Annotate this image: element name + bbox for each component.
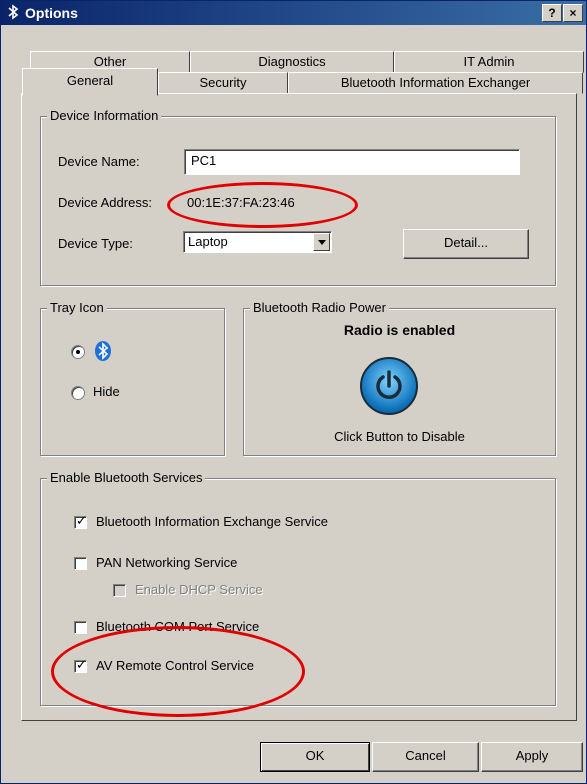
detail-button[interactable]: Detail... bbox=[403, 229, 529, 259]
com-port-service-checkbox[interactable] bbox=[74, 621, 87, 634]
close-button[interactable]: × bbox=[563, 4, 583, 22]
pan-networking-service-label: PAN Networking Service bbox=[96, 555, 238, 570]
radio-power-legend: Bluetooth Radio Power bbox=[250, 300, 389, 316]
pan-networking-service-checkbox[interactable] bbox=[74, 557, 87, 570]
radio-power-group: Bluetooth Radio Power Radio is enabled C… bbox=[243, 300, 556, 456]
tray-show-radio[interactable] bbox=[71, 345, 85, 359]
tray-icon-legend: Tray Icon bbox=[47, 300, 107, 316]
checkmark-icon: ✓ bbox=[76, 513, 87, 528]
device-information-legend: Device Information bbox=[47, 108, 162, 124]
info-exchange-service-label: Bluetooth Information Exchange Service bbox=[96, 514, 328, 529]
device-address-value: 00:1E:37:FA:23:46 bbox=[187, 195, 295, 210]
radio-power-button[interactable] bbox=[360, 357, 418, 415]
device-information-group: Device Information Device Name: PC1 Devi… bbox=[40, 108, 556, 286]
general-tab-panel: Device Information Device Name: PC1 Devi… bbox=[21, 93, 577, 721]
radio-selected-dot bbox=[76, 350, 80, 354]
chevron-down-icon[interactable] bbox=[313, 233, 330, 251]
device-type-label: Device Type: bbox=[58, 236, 133, 251]
window-title: Options bbox=[25, 5, 78, 21]
checkmark-icon: ✓ bbox=[76, 657, 87, 672]
av-remote-control-service-label: AV Remote Control Service bbox=[96, 658, 254, 673]
tray-hide-label: Hide bbox=[93, 384, 120, 399]
options-window: Options ? × Other Diagnostics IT Admin S… bbox=[0, 0, 587, 784]
cancel-button[interactable]: Cancel bbox=[372, 742, 479, 772]
tab-security[interactable]: Security bbox=[158, 72, 288, 94]
av-remote-control-service-checkbox[interactable]: ✓ bbox=[74, 657, 87, 673]
power-icon bbox=[376, 370, 402, 399]
info-exchange-service-checkbox[interactable]: ✓ bbox=[74, 513, 87, 529]
device-address-label: Device Address: bbox=[58, 195, 152, 210]
device-name-input[interactable]: PC1 bbox=[184, 149, 520, 175]
dhcp-service-checkbox bbox=[113, 584, 126, 597]
services-group: Enable Bluetooth Services ✓ Bluetooth In… bbox=[40, 470, 556, 706]
radio-status: Radio is enabled bbox=[343, 322, 456, 338]
tab-general[interactable]: General bbox=[22, 68, 158, 96]
device-name-label: Device Name: bbox=[58, 154, 140, 169]
services-legend: Enable Bluetooth Services bbox=[47, 470, 206, 486]
bluetooth-icon bbox=[7, 4, 21, 22]
tab-diagnostics[interactable]: Diagnostics bbox=[190, 51, 394, 73]
com-port-service-label: Bluetooth COM Port Service bbox=[96, 619, 260, 634]
ok-button[interactable]: OK bbox=[260, 742, 370, 772]
tab-it-admin[interactable]: IT Admin bbox=[394, 51, 584, 73]
help-button[interactable]: ? bbox=[542, 4, 562, 22]
device-type-select[interactable]: Laptop bbox=[183, 231, 332, 253]
radio-hint: Click Button to Disable bbox=[334, 429, 465, 444]
apply-button[interactable]: Apply bbox=[481, 742, 583, 772]
bluetooth-icon bbox=[93, 340, 113, 362]
device-type-value: Laptop bbox=[188, 234, 228, 249]
title-bar[interactable]: Options ? × bbox=[1, 1, 586, 25]
tray-icon-group: Tray Icon Hide bbox=[40, 300, 225, 456]
dhcp-service-label: Enable DHCP Service bbox=[135, 582, 263, 597]
tray-hide-radio[interactable] bbox=[71, 386, 85, 400]
tab-bluetooth-information-exchanger[interactable]: Bluetooth Information Exchanger bbox=[288, 72, 583, 94]
